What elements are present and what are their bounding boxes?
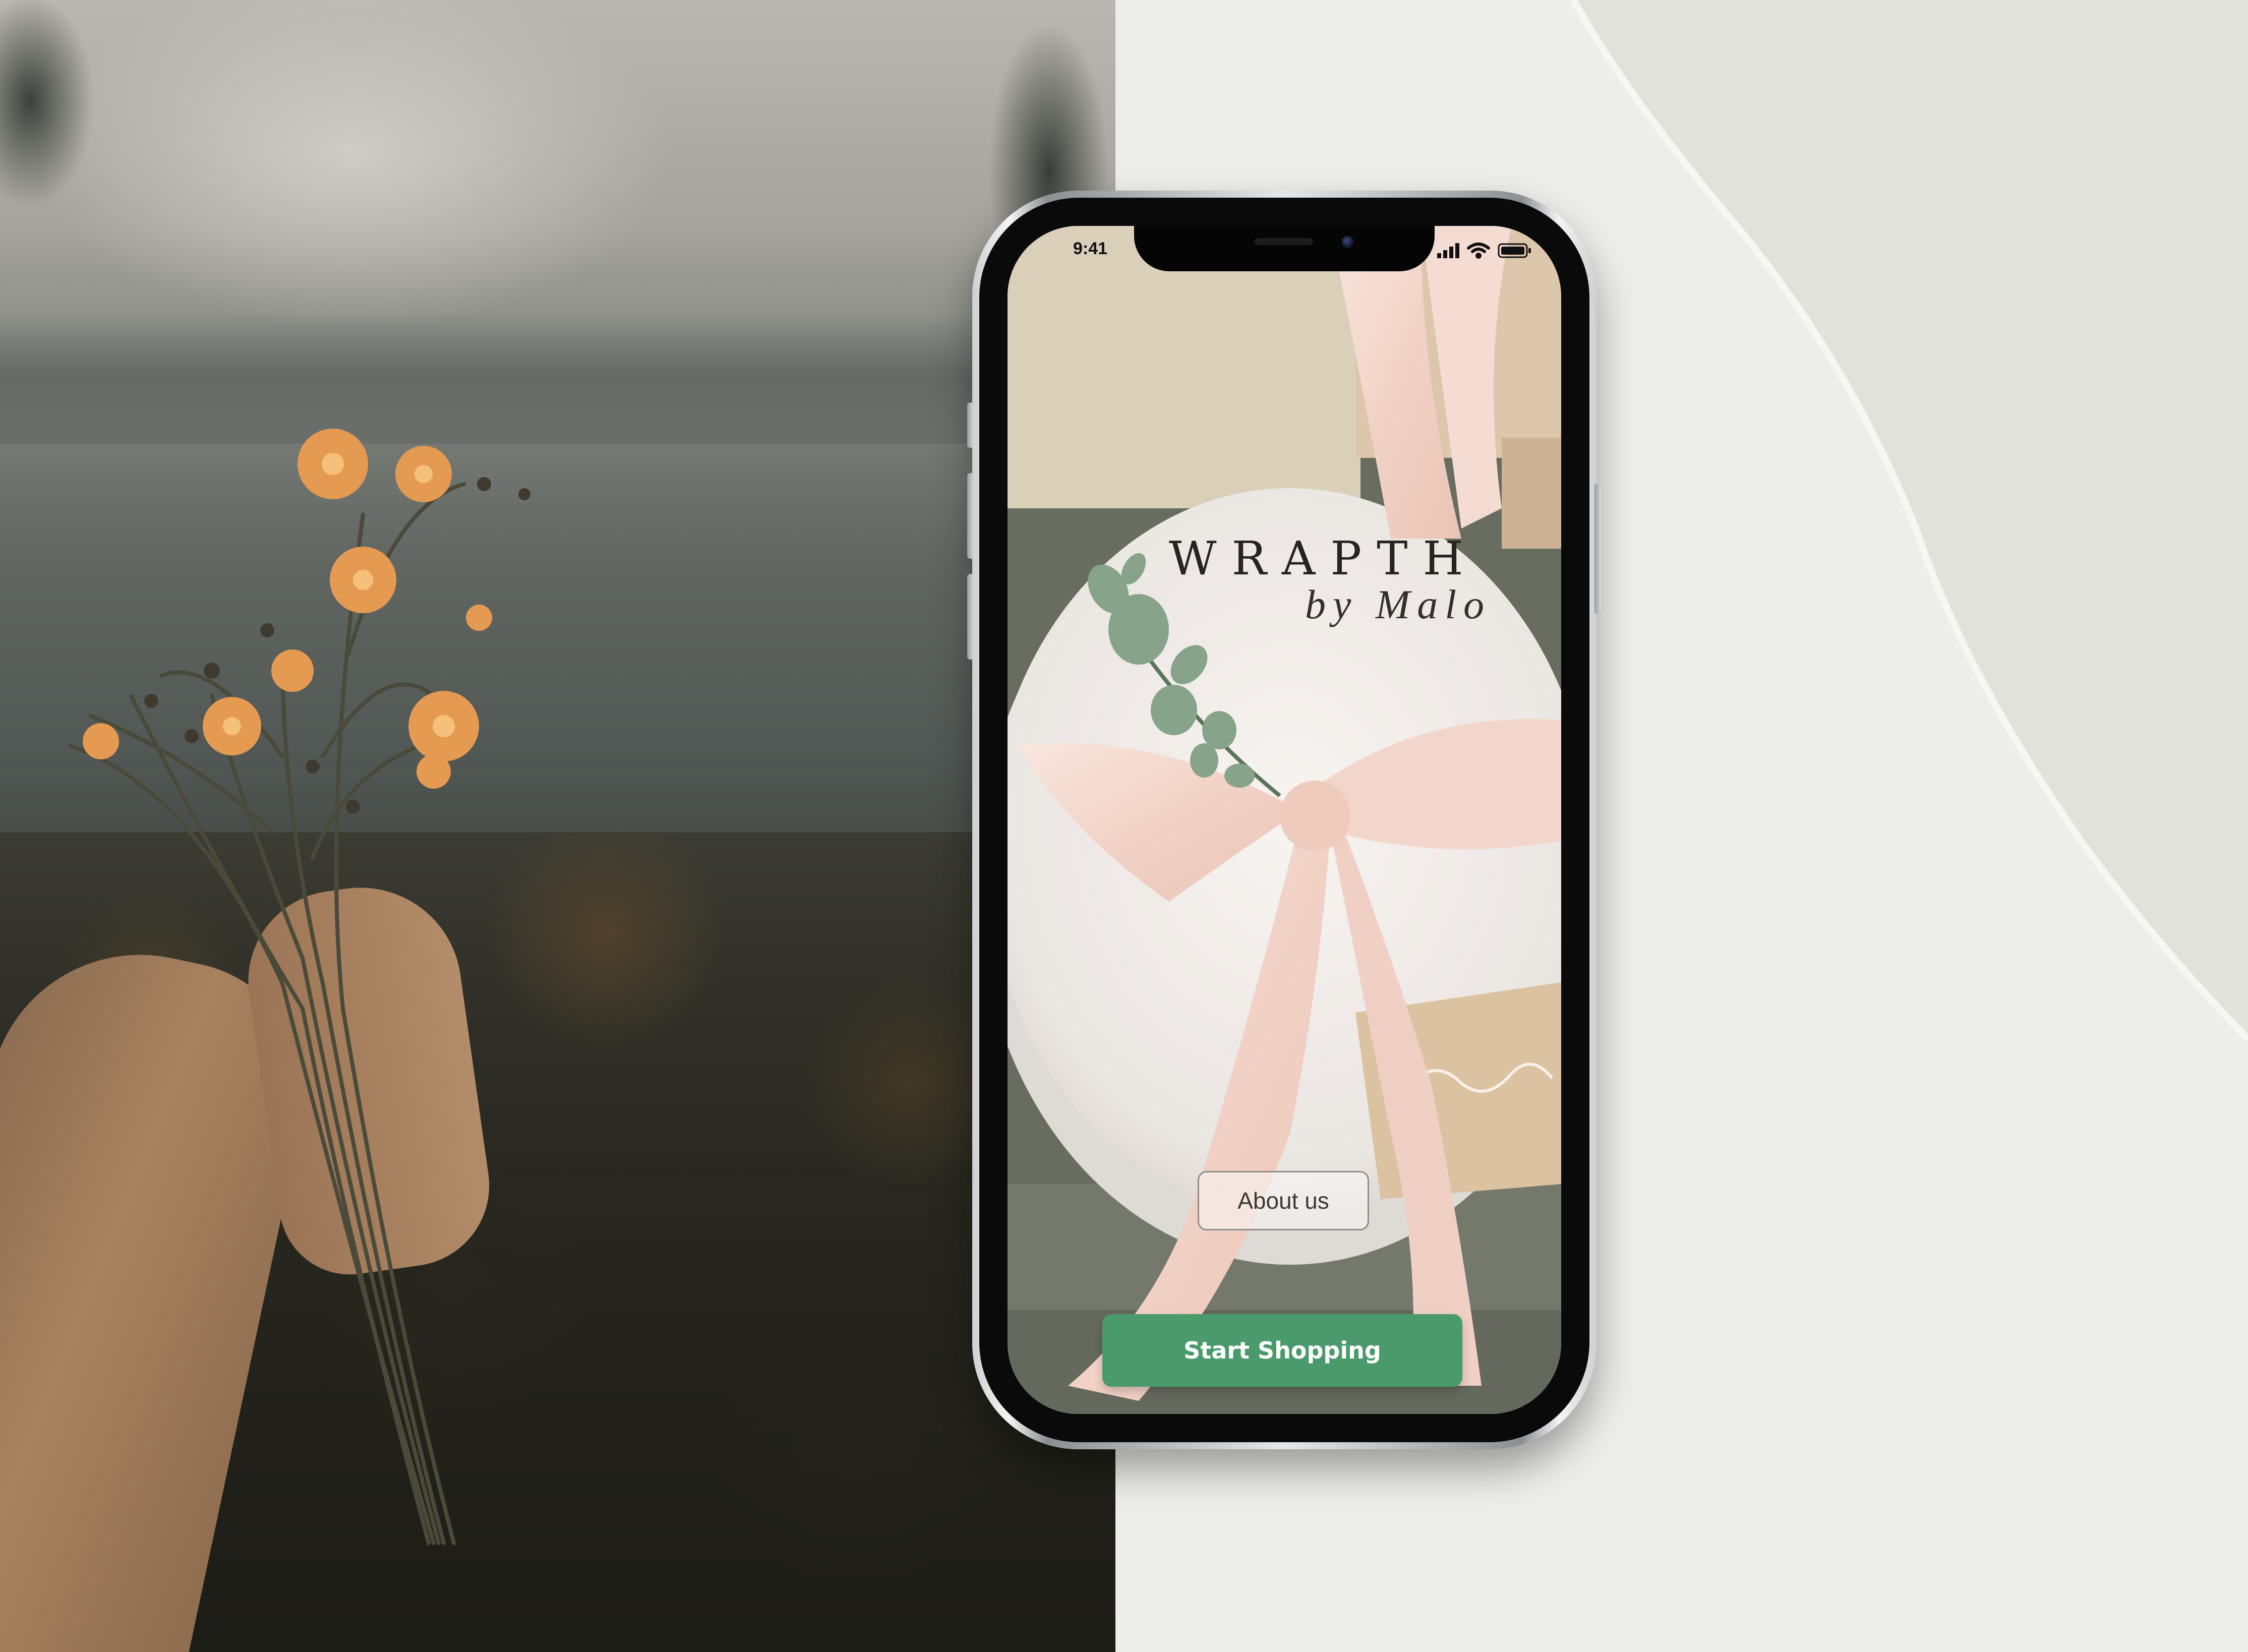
about-us-button[interactable]: About us	[1198, 1171, 1369, 1230]
wildflower-bouquet	[69, 429, 530, 1545]
wifi-icon	[1467, 243, 1490, 259]
status-bar-icons	[1437, 243, 1531, 259]
earpiece-speaker	[1255, 238, 1313, 245]
volume-up-button	[967, 473, 974, 559]
front-camera	[1342, 236, 1354, 248]
notch	[1134, 226, 1435, 271]
volume-down-button	[967, 574, 974, 660]
battery-icon	[1498, 243, 1531, 258]
cellular-signal-icon	[1437, 243, 1459, 258]
brand-logo: WRAPTH by Malo	[1169, 536, 1552, 627]
mockup-scene: 9:41 WRAPTH by Malo About us Start Shopp…	[0, 0, 2248, 1652]
phone-mockup: 9:41 WRAPTH by Malo About us Start Shopp…	[967, 191, 1602, 1449]
start-shopping-button[interactable]: Start Shopping	[1102, 1314, 1462, 1387]
power-button	[1594, 483, 1602, 614]
gift-box-hero-image	[1008, 226, 1561, 1414]
brand-subtitle: by Malo	[1305, 581, 1491, 627]
brand-title: WRAPTH	[1169, 532, 1478, 585]
mute-switch	[967, 402, 974, 448]
app-screen: 9:41 WRAPTH by Malo About us Start Shopp…	[1008, 226, 1561, 1414]
status-bar-time: 9:41	[1073, 239, 1108, 258]
